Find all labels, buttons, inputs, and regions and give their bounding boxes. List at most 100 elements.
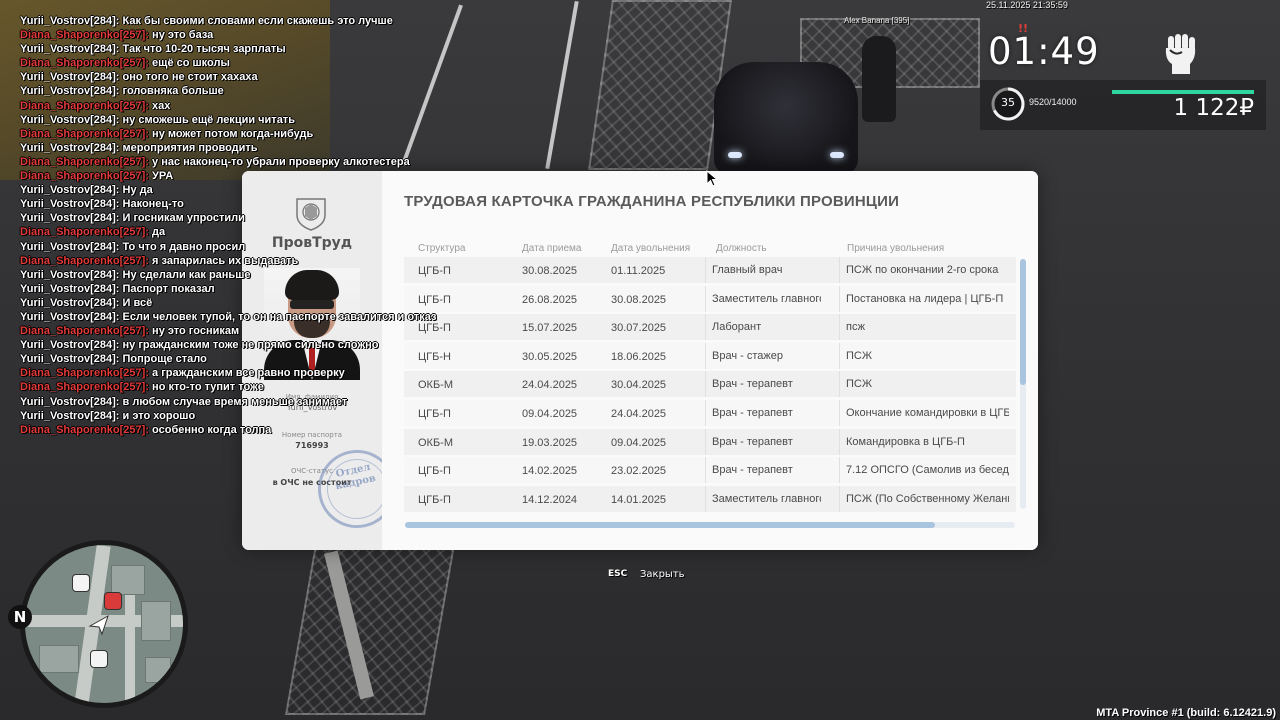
chat-message: Diana_Shaporenko[257]: ещё со школы (20, 56, 480, 70)
car (714, 62, 858, 174)
map-building (145, 657, 171, 683)
chat-message: Yurii_Vostrov[284]: Если человек тупой, … (20, 310, 480, 324)
cell-fire-date: 14.01.2025 (611, 493, 667, 506)
chat-text: Как бы своими словами если скажешь это л… (122, 15, 393, 27)
chat-message: Yurii_Vostrov[284]: Как бы своими словам… (20, 14, 480, 28)
chat-text: Если человек тупой, то он на паспорте за… (122, 310, 437, 323)
horizontal-scrollbar[interactable] (405, 522, 1015, 528)
chat-text: ну может потом когда-нибудь (152, 127, 314, 140)
cell-reason: Командировка в ЦГБ-П (839, 428, 1009, 455)
chat-sender: Yurii_Vostrov[284]: (20, 296, 120, 309)
cell-reason: ПСЖ по окончании 2-го срока (839, 257, 1009, 283)
cell-fire-date: 01.11.2025 (611, 265, 666, 277)
cell-structure: ЦГБ-П (418, 493, 451, 506)
employment-table[interactable]: ЦГБ-П 30.08.2025 01.11.2025 Главный врач ПСЖ… (404, 257, 1016, 513)
chat-text: ещё со школы (152, 57, 230, 70)
document-icon[interactable] (90, 650, 108, 668)
cell-reason: ПСЖ (По Собственному Желани (839, 485, 1009, 512)
chat-log: Yurii_Vostrov[284]: Как бы своими словам… (20, 14, 480, 437)
chat-sender: Diana_Shaporenko[257]: (20, 226, 149, 239)
esc-key-hint[interactable]: ESC (608, 569, 627, 579)
table-row: ЦГБ-П 30.08.2025 01.11.2025 Главный врач ПСЖ… (404, 257, 1016, 283)
chat-sender: Diana_Shaporenko[257]: (20, 127, 149, 140)
chat-text: Попроще стало (122, 353, 207, 366)
chat-sender: Yurii_Vostrov[284]: (20, 184, 120, 197)
chat-sender: Yurii_Vostrov[284]: (20, 113, 120, 126)
chat-text: мероприятия проводить (122, 141, 258, 154)
close-button[interactable]: Закрыть (640, 569, 685, 580)
chat-text: оно того не стоит хахаха (122, 71, 258, 84)
cell-fire-date: 23.02.2025 (611, 465, 667, 478)
chat-message: Yurii_Vostrov[284]: головняка больше (20, 84, 480, 98)
chat-text: но кто-то тупит тоже (152, 381, 264, 394)
cell-fire-date: 30.07.2025 (611, 322, 667, 335)
chat-text: Ну сделали как раньше (122, 268, 251, 281)
chat-message: Diana_Shaporenko[257]: ну это база (20, 28, 480, 42)
chat-message: Yurii_Vostrov[284]: Ну сделали как раньш… (20, 268, 480, 282)
chat-message: Yurii_Vostrov[284]: в любом случае время… (20, 395, 480, 409)
chat-text: я запарилась их выдавать (152, 254, 299, 267)
cell-reason: Окончание командировки в ЦГБ- (839, 400, 1009, 426)
hospital-icon[interactable] (104, 592, 122, 610)
cell-hire-date: 30.08.2025 (522, 265, 578, 277)
chat-sender: Diana_Shaporenko[257]: (20, 367, 149, 380)
chat-text: Так что 10-20 тысяч зарплаты (122, 43, 286, 56)
chat-sender: Yurii_Vostrov[284]: (20, 409, 120, 422)
hud-clock: 01:49 (988, 30, 1100, 73)
chat-text: в любом случае время меньше занимает (122, 395, 348, 408)
col-position: Должность (716, 243, 767, 254)
cell-fire-date: 30.04.2025 (611, 379, 667, 392)
chat-text: УРА (152, 170, 174, 183)
chat-message: Diana_Shaporenko[257]: у нас наконец-то … (20, 155, 480, 169)
chat-sender: Diana_Shaporenko[257]: (20, 423, 149, 436)
money-display: 1 122₽ (1173, 95, 1254, 121)
map-building (141, 601, 171, 641)
cell-position: Врач - терапевт (705, 457, 821, 484)
chat-sender: Yurii_Vostrov[284]: (20, 85, 120, 98)
cell-reason: Постановка на лидера | ЦГБ-П (839, 285, 1009, 312)
chat-sender: Yurii_Vostrov[284]: (20, 268, 120, 281)
passport-value: 716993 (295, 441, 329, 450)
chat-text: головняка больше (122, 85, 224, 98)
chat-sender: Diana_Shaporenko[257]: (20, 254, 149, 267)
chat-sender: Yurii_Vostrov[284]: (20, 198, 120, 211)
chat-text: а гражданским все равно проверку (152, 367, 345, 380)
employment-history-panel: ТРУДОВАЯ КАРТОЧКА ГРАЖДАНИНА РЕСПУБЛИКИ … (382, 171, 1038, 550)
chat-sender: Diana_Shaporenko[257]: (20, 155, 149, 168)
chat-sender: Yurii_Vostrov[284]: (20, 282, 120, 295)
table-row: ЦГБ-П 14.02.2025 23.02.2025 Врач - терапевт… (404, 457, 1016, 484)
table-row: ЦГБ-П 09.04.2025 24.04.2025 Врач - терапевт… (404, 400, 1016, 426)
chat-message: Diana_Shaporenko[257]: но кто-то тупит т… (20, 380, 480, 394)
table-row: ОКБ-М 24.04.2025 30.04.2025 Врач - терапевт… (404, 371, 1016, 398)
chat-text: хах (152, 99, 171, 112)
table-row: ЦГБ-Н 30.05.2025 18.06.2025 Врач - стажер ПС… (404, 342, 1016, 369)
cell-fire-date: 30.08.2025 (611, 293, 667, 306)
train-station-icon[interactable] (72, 574, 90, 592)
vertical-scrollbar[interactable] (1020, 259, 1026, 509)
chat-text: ну сможешь ещё лекции читать (122, 113, 295, 126)
table-row: ОКБ-М 19.03.2025 09.04.2025 Врач - терапевт… (404, 428, 1016, 455)
cell-fire-date: 18.06.2025 (611, 350, 667, 363)
cell-reason: псж (839, 314, 1009, 341)
cell-hire-date: 30.05.2025 (522, 350, 578, 363)
cell-position: Главный врач (705, 257, 821, 283)
cell-structure: ОКБ-М (418, 436, 454, 449)
chat-sender: Yurii_Vostrov[284]: (20, 310, 120, 323)
table-row: ЦГБ-П 15.07.2025 30.07.2025 Лаборант псж (404, 314, 1016, 341)
chat-message: Yurii_Vostrov[284]: Паспорт показал (20, 282, 480, 296)
chat-text: То что я давно просил (122, 240, 246, 253)
cell-hire-date: 24.04.2025 (522, 379, 578, 392)
chat-message: Yurii_Vostrov[284]: мероприятия проводит… (20, 141, 480, 155)
fist-icon (1160, 32, 1200, 76)
table-row: ЦГБ-П 14.12.2024 14.01.2025 Заместитель гла… (404, 485, 1016, 512)
compass-north-icon: N (8, 605, 32, 629)
scroll-thumb[interactable] (405, 522, 935, 528)
chat-sender: Yurii_Vostrov[284]: (20, 141, 120, 154)
table-header: Структура Дата приема Дата увольнения До… (418, 243, 1018, 257)
level-number: 35 (1001, 96, 1015, 109)
col-reason: Причина увольнения (847, 243, 945, 254)
chat-sender: Yurii_Vostrov[284]: (20, 212, 120, 225)
col-fire-date: Дата увольнения (611, 243, 691, 254)
scroll-thumb[interactable] (1020, 259, 1026, 385)
chat-message: Diana_Shaporenko[257]: да (20, 225, 480, 239)
